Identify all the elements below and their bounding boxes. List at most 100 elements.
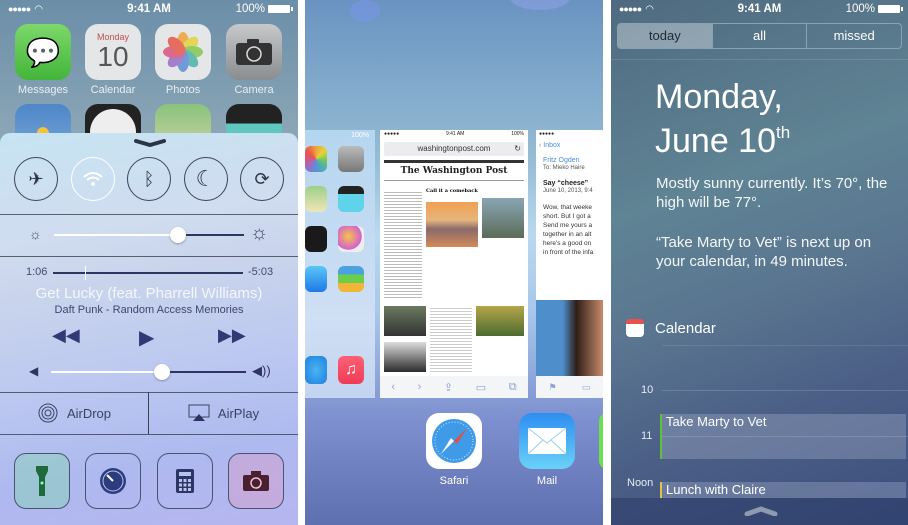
calendar-section-title[interactable]: Calendar <box>655 320 716 337</box>
status-bar: ●●●●● ◠ 9:41 AM 100% <box>611 0 908 18</box>
safari-toolbar: ‹ › ⇪ ▭ ⧉ <box>380 376 528 398</box>
volume-slider[interactable] <box>51 364 246 380</box>
safari-icon <box>426 413 482 469</box>
card-time: 9:41 AM <box>445 131 465 137</box>
volume-low-icon: ◀ <box>29 364 39 378</box>
airdrop-icon <box>38 403 58 423</box>
battery-icon <box>268 5 293 13</box>
app-card-mail[interactable]: ●●●●● ‹ Inbox Fritz Ogden To: Mieko Hair… <box>536 130 603 398</box>
weather-summary: Mostly sunny currently. It’s 70°, the hi… <box>656 175 888 211</box>
bookmarks-icon[interactable]: ▭ <box>476 381 486 394</box>
reload-icon[interactable]: ↻ <box>514 142 521 156</box>
calculator-button[interactable] <box>156 453 213 509</box>
wifi-toggle[interactable] <box>70 157 115 201</box>
mail-date: June 10, 2013, 9:4 <box>543 188 593 194</box>
videos-icon <box>338 186 364 212</box>
volume-high-icon: ◀)) <box>252 363 271 378</box>
mail-body: Wow, that weeke short. But I got a Send … <box>543 204 594 256</box>
forward-icon[interactable]: › <box>418 381 422 393</box>
flashlight-button[interactable] <box>14 453 70 509</box>
tab-today[interactable]: today <box>618 24 712 48</box>
mail-sender: Fritz Ogden <box>543 157 580 164</box>
app-label: Calendar <box>90 84 136 96</box>
airdrop-button[interactable]: AirDrop <box>0 393 148 433</box>
safari-address-bar[interactable]: washingtonpost.com ↻ <box>384 142 524 156</box>
article-column <box>384 190 422 300</box>
brightness-slider[interactable] <box>54 227 244 243</box>
app-label: Photos <box>165 84 201 96</box>
camera-button[interactable] <box>227 453 284 509</box>
divider <box>662 345 908 346</box>
playhead[interactable] <box>85 266 87 280</box>
music-icon: ♫ <box>338 356 364 384</box>
rotation-lock-toggle[interactable]: ⟳ <box>240 157 284 201</box>
photos-icon <box>305 146 327 172</box>
app-card-safari[interactable]: ●●●●● 9:41 AM 100% washingtonpost.com ↻ The… <box>380 130 528 398</box>
airplay-button[interactable]: AirPlay <box>149 393 298 433</box>
hour-label: 10 <box>641 384 654 396</box>
divider <box>0 256 298 257</box>
toggle-row: ✈ ᛒ ☾ ⟳ <box>14 157 284 201</box>
divider <box>0 214 298 215</box>
app-messages[interactable]: 💬 Messages <box>15 24 71 96</box>
capitol-photo <box>426 202 478 247</box>
app-photos[interactable]: Photos <box>155 24 211 96</box>
calendar-icon: Monday 10 <box>85 24 141 80</box>
tab-missed[interactable]: missed <box>806 24 901 48</box>
app-calendar[interactable]: Monday 10 Calendar <box>85 24 141 96</box>
song-title: Get Lucky (feat. Pharrell Williams) <box>35 285 263 302</box>
rotation-lock-icon: ⟳ <box>254 168 270 189</box>
back-icon[interactable]: ‹ <box>391 381 395 393</box>
airplay-icon <box>188 404 210 421</box>
card-battery: 100% <box>511 131 524 137</box>
tabs-icon[interactable]: ⧉ <box>509 381 517 394</box>
calendar-event[interactable]: Lunch with Claire <box>660 482 906 498</box>
crowd-photo <box>384 342 426 372</box>
do-not-disturb-toggle[interactable]: ☾ <box>183 157 228 201</box>
notification-tabs: today all missed <box>617 23 902 49</box>
timer-button[interactable] <box>85 453 142 509</box>
date-text: June 10 <box>655 122 776 160</box>
rewind-button[interactable]: ◀◀ <box>52 325 80 346</box>
bluetooth-toggle[interactable]: ᛒ <box>127 157 171 201</box>
play-button[interactable]: ▶ <box>139 325 154 350</box>
mail-toolbar: ⚑ ▭ <box>536 376 603 398</box>
bluetooth-icon: ᛒ <box>143 168 155 189</box>
bokeh-light <box>510 0 570 10</box>
quick-tools <box>14 453 284 509</box>
battery-percent: 100% <box>845 3 875 15</box>
flag-icon[interactable]: ⚑ <box>549 382 557 393</box>
date-month-day: June 10th <box>655 114 790 160</box>
tab-all[interactable]: all <box>711 24 807 48</box>
site-nav-bar <box>384 160 524 163</box>
camera-icon <box>338 146 364 172</box>
street-photo <box>384 306 426 336</box>
multitasking-screen: 100% ♫ ●●●●● 9:41 AM 100% washingtonpost.c… <box>305 0 603 525</box>
safari-icon <box>305 356 327 384</box>
dock-app-mail[interactable]: Mail <box>519 413 575 487</box>
status-bar: ●●●●● ◠ 9:41 AM 100% <box>0 0 298 18</box>
notification-center-screen: ●●●●● ◠ 9:41 AM 100% today all missed Mo… <box>611 0 908 525</box>
dock-app-partial <box>599 413 603 469</box>
event-title: Lunch with Claire <box>666 482 766 497</box>
inbox-back-link[interactable]: ‹ Inbox <box>536 138 603 153</box>
app-camera[interactable]: Camera <box>226 24 282 96</box>
calendar-date: 10 <box>97 41 129 72</box>
dismiss-chevron-icon[interactable] <box>134 139 166 147</box>
folder-icon[interactable]: ▭ <box>582 382 591 393</box>
track-scrubber[interactable] <box>53 266 243 280</box>
brightness-knob[interactable] <box>169 227 186 243</box>
elapsed-time: 1:06 <box>26 266 48 278</box>
app-card-home-screen[interactable]: 100% ♫ <box>305 130 375 398</box>
control-center-screen: ●●●●● ◠ 9:41 AM 100% 💬 Messages Monday 1… <box>0 0 298 525</box>
bokeh-light <box>350 0 380 22</box>
airplane-mode-toggle[interactable]: ✈ <box>14 157 58 201</box>
timer-icon <box>100 468 127 494</box>
dock-app-safari[interactable]: Safari <box>426 413 482 487</box>
volume-knob[interactable] <box>154 364 171 380</box>
fast-forward-button[interactable]: ▶▶ <box>218 325 246 346</box>
dismiss-chevron-icon[interactable] <box>744 506 778 516</box>
article-column <box>430 306 472 372</box>
share-icon[interactable]: ⇪ <box>444 381 453 394</box>
battery-icon <box>878 5 903 13</box>
